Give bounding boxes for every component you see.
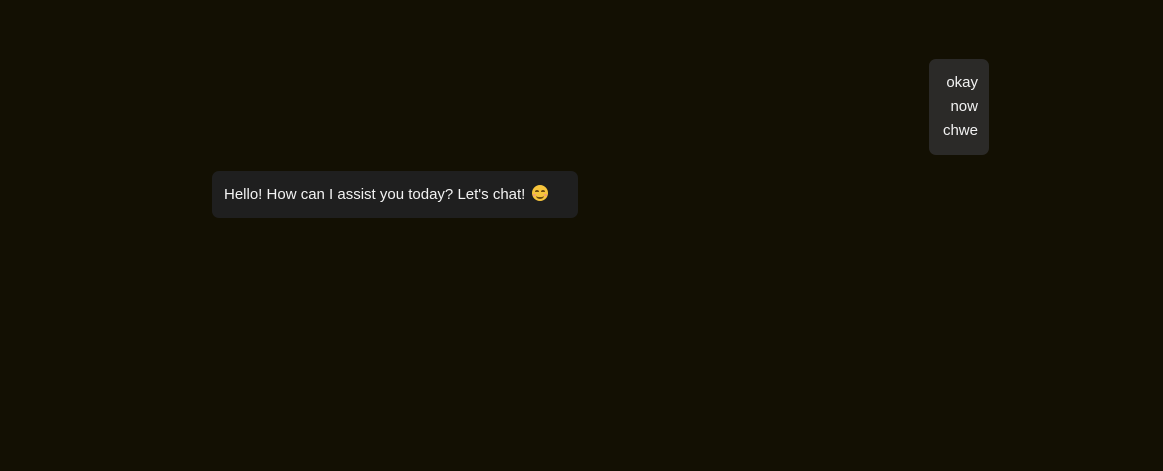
assistant-message-bubble: Hello! How can I assist you today? Let's… — [212, 171, 578, 218]
user-message-line: now — [950, 98, 978, 115]
user-message-line: chwe — [942, 122, 978, 139]
assistant-message-text: Hello! How can I assist you today? Let's… — [224, 186, 526, 203]
smiling-face-emoji-icon — [531, 185, 548, 201]
chat-area: okay now chwe Hello! How can I assist yo… — [0, 0, 1163, 471]
user-message-bubble: okay now chwe — [929, 59, 989, 155]
user-message-line: okay — [946, 74, 978, 91]
